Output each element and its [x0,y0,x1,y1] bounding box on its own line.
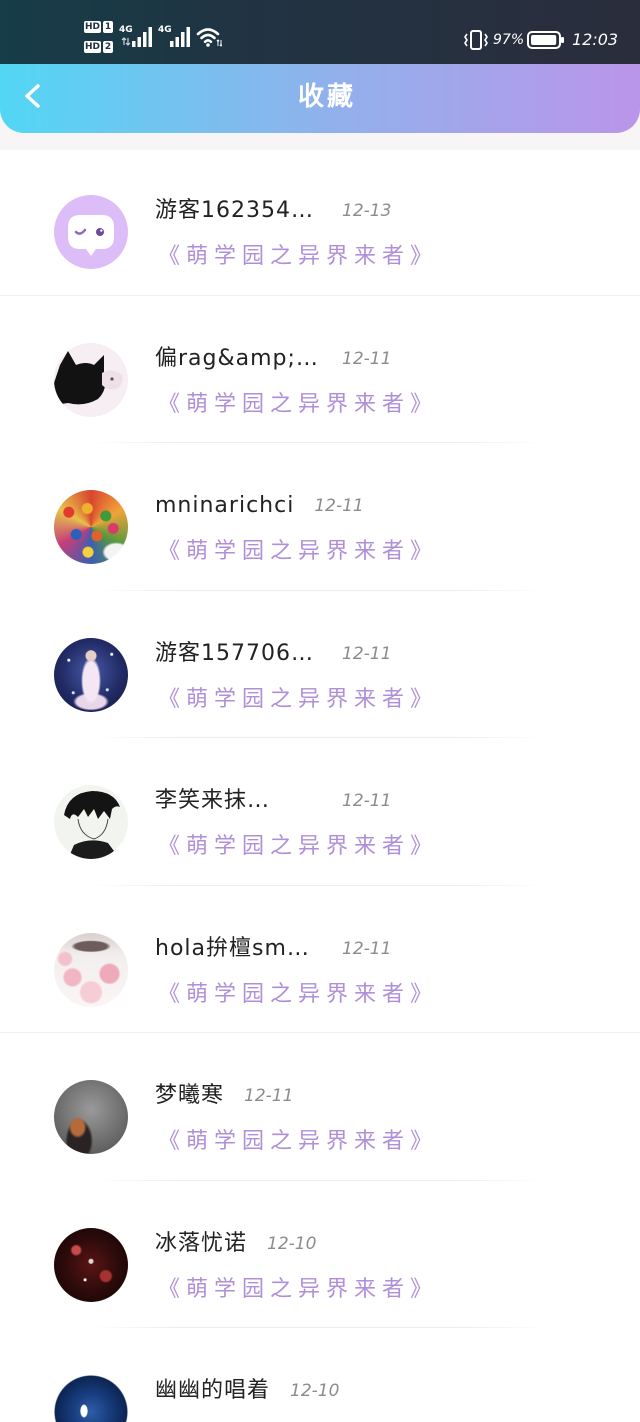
name-row: 幽幽的唱着 12-10 [155,1376,339,1406]
list-item[interactable]: hola拚檀sm… 12-11 《萌学园之异界来者》 [0,888,640,1036]
hd-badge-sim2: HD [84,41,101,53]
list-item[interactable]: 偏rag&amp;… 12-11 《萌学园之异界来者》 [0,298,640,446]
divider [0,294,640,296]
network-type-sim1: 4G [119,25,133,35]
avatar-image [54,342,128,417]
signal-bars-icon [132,27,152,47]
user-avatar[interactable] [54,1080,128,1154]
user-name[interactable]: 幽幽的唱着 [155,1376,270,1406]
page-title: 收藏 [297,82,356,112]
user-name[interactable]: mninarichci [155,491,294,521]
user-avatar[interactable] [54,637,128,712]
favorite-date: 12-11 [342,643,392,664]
battery-percent: 97% [493,32,525,48]
battery-fill [531,35,557,45]
user-name[interactable]: 偏rag&amp;… [155,344,322,374]
back-chevron-icon [25,84,40,108]
list-item[interactable]: 游客162354… 12-13 《萌学园之异界来者》 [0,150,640,298]
user-avatar[interactable] [54,1227,128,1302]
list-item[interactable]: 李笑来抹… 12-11 《萌学园之异界来者》 [0,740,640,888]
favorite-date: 12-10 [290,1381,340,1401]
status-bar: HD 1 HD 2 4G 4G 97% 12:03 [0,0,640,64]
name-row: 偏rag&amp;… 12-11 [155,344,391,374]
favorite-date: 12-11 [314,496,364,516]
user-name[interactable]: hola拚檀sm… [155,934,322,964]
divider [90,737,545,738]
list-item[interactable]: 冰落忧诺 12-10 《萌学园之异界来者》 [0,1183,640,1331]
user-avatar[interactable] [54,1375,128,1422]
user-avatar[interactable] [54,932,128,1007]
divider [90,1327,545,1328]
name-row: 梦曦寒 12-11 [155,1081,293,1111]
user-name[interactable]: 冰落忧诺 [155,1229,247,1259]
favorite-date: 12-13 [342,201,392,221]
user-avatar[interactable] [54,195,128,269]
avatar-image [54,785,128,859]
name-row: mninarichci 12-11 [155,491,364,521]
favorite-date: 12-11 [342,348,392,369]
name-row: 游客162354… 12-13 [155,196,391,226]
divider [90,1179,545,1181]
work-title[interactable]: 《萌学园之异界来者》 [158,537,438,567]
work-title[interactable]: 《萌学园之异界来者》 [158,685,438,715]
signal-bars-icon [170,27,190,47]
wifi-icon [196,28,222,47]
divider [0,1032,640,1033]
favorites-list: 游客162354… 12-13 《萌学园之异界来者》 偏rag&amp;… 12… [0,150,640,1422]
user-name[interactable]: 游客162354… [155,196,322,226]
name-row: hola拚檀sm… 12-11 [155,934,391,964]
divider [90,884,545,886]
divider [90,442,545,443]
user-avatar[interactable] [54,785,128,859]
chat-bubble-icon [54,195,128,269]
sim-slot-2: 2 [103,41,113,53]
favorite-date: 12-10 [267,1233,317,1254]
favorite-date: 12-11 [342,938,392,959]
work-title[interactable]: 《萌学园之异界来者》 [158,980,438,1010]
user-name[interactable]: 李笑来抹… [155,786,322,816]
list-item[interactable]: mninarichci 12-11 《萌学园之异界来者》 [0,445,640,593]
favorite-date: 12-11 [244,1086,294,1106]
work-title[interactable]: 《萌学园之异界来者》 [158,1127,438,1157]
name-row: 李笑来抹… 12-11 [155,786,391,816]
name-row: 游客157706… 12-11 [155,639,391,669]
work-title[interactable]: 《萌学园之异界来者》 [158,1275,438,1305]
name-row: 冰落忧诺 12-10 [155,1229,316,1259]
work-title[interactable]: 《萌学园之异界来者》 [158,390,438,420]
list-item[interactable]: 游客157706… 12-11 《萌学园之异界来者》 [0,593,640,741]
list-item[interactable]: 幽幽的唱着 12-10 [0,1330,640,1422]
back-button[interactable] [14,76,54,120]
favorite-date: 12-11 [342,791,392,811]
user-name[interactable]: 梦曦寒 [155,1081,224,1111]
user-name[interactable]: 游客157706… [155,639,322,669]
user-avatar[interactable] [54,342,128,417]
battery-icon [527,31,564,49]
list-item[interactable]: 梦曦寒 12-11 《萌学园之异界来者》 [0,1035,640,1183]
sim-slot-1: 1 [103,21,113,33]
hd-badge-sim1: HD [84,21,101,33]
clock: 12:03 [572,30,619,49]
data-activity-icon [121,37,131,46]
divider [90,589,545,591]
vibrate-icon [464,30,488,50]
work-title[interactable]: 《萌学园之异界来者》 [158,242,438,272]
app-header: 收藏 [0,64,640,133]
work-title[interactable]: 《萌学园之异界来者》 [158,832,438,862]
user-avatar[interactable] [54,490,128,564]
